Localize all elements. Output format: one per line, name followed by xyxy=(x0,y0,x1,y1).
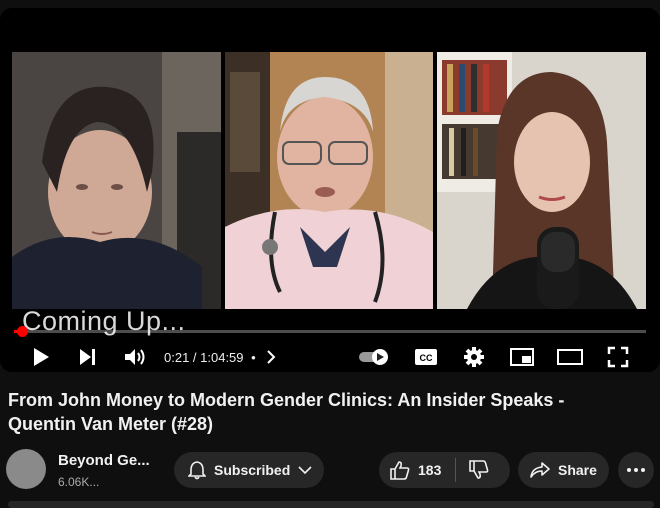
mute-button[interactable] xyxy=(122,344,148,370)
subscriber-count: 6.06K... xyxy=(58,475,100,489)
svg-text:CC: CC xyxy=(420,353,433,363)
video-frame-right-participant xyxy=(437,52,646,309)
miniplayer-icon xyxy=(510,348,534,366)
share-label: Share xyxy=(558,462,597,478)
captions-button[interactable]: CC xyxy=(413,344,439,370)
next-button[interactable] xyxy=(76,344,100,370)
theater-mode-button[interactable] xyxy=(556,344,584,370)
play-icon xyxy=(34,348,49,366)
autoplay-toggle[interactable] xyxy=(357,344,393,370)
thumbs-down-icon xyxy=(469,460,489,479)
like-dislike-group: 183 xyxy=(379,452,510,488)
description-box-edge xyxy=(8,501,654,508)
video-title: From John Money to Modern Gender Clinics… xyxy=(8,390,565,434)
volume-icon xyxy=(125,349,145,365)
bell-icon xyxy=(188,461,206,480)
subscribe-label: Subscribed xyxy=(214,462,291,478)
theater-icon xyxy=(557,349,583,365)
like-count: 183 xyxy=(418,462,442,478)
autoplay-icon xyxy=(359,349,388,365)
video-frame-center-participant xyxy=(225,52,433,309)
more-horizontal-icon xyxy=(627,468,645,472)
like-button[interactable]: 183 xyxy=(379,452,441,488)
fullscreen-button[interactable] xyxy=(605,344,631,370)
play-button[interactable] xyxy=(28,344,54,370)
gear-icon xyxy=(464,347,484,367)
settings-button[interactable] xyxy=(462,344,486,370)
time-display: 0:21 / 1:04:59 • xyxy=(164,350,256,365)
share-button[interactable]: Share xyxy=(518,452,609,488)
dislike-button[interactable] xyxy=(456,452,490,488)
fullscreen-icon xyxy=(607,346,629,368)
scrubber-handle[interactable] xyxy=(17,326,28,337)
thumbs-up-icon xyxy=(390,461,410,480)
miniplayer-button[interactable] xyxy=(509,344,535,370)
video-player[interactable]: Coming Up... 0:21 / 1:04:59 • CC xyxy=(0,8,660,372)
video-frame-left-participant xyxy=(12,52,221,309)
more-actions-button[interactable] xyxy=(618,452,654,488)
subscribe-button[interactable]: Subscribed xyxy=(174,452,324,488)
share-icon xyxy=(530,462,550,478)
progress-bar[interactable] xyxy=(14,330,646,333)
chapters-button[interactable] xyxy=(262,344,280,370)
chevron-down-icon xyxy=(298,466,312,475)
channel-avatar[interactable] xyxy=(6,449,46,489)
next-icon xyxy=(80,349,95,365)
channel-name[interactable]: Beyond Ge... xyxy=(58,452,150,469)
chevron-right-icon xyxy=(267,350,276,364)
captions-icon: CC xyxy=(415,349,437,365)
